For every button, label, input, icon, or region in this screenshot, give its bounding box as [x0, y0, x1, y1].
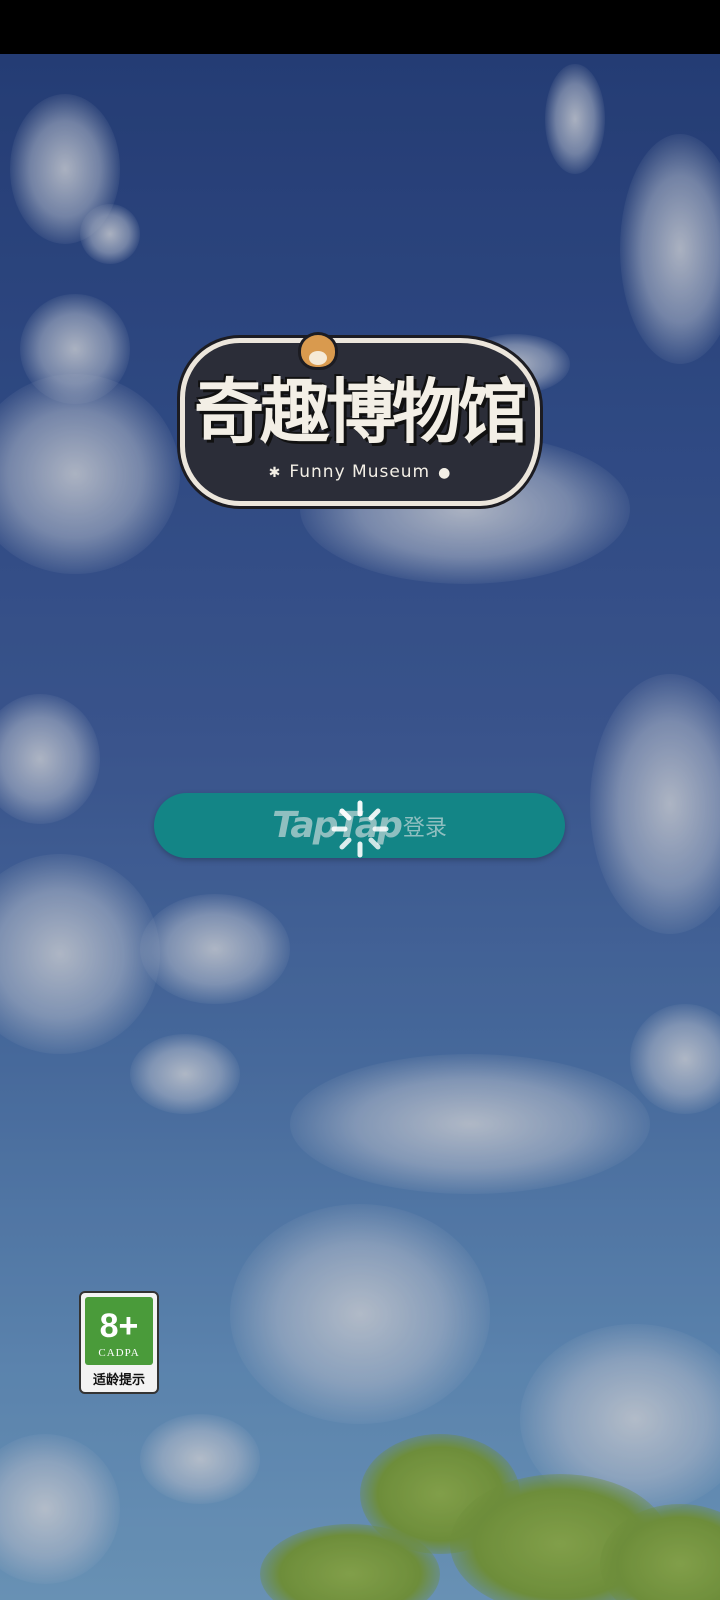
dot-icon: ●	[438, 465, 452, 481]
cloud	[630, 1004, 720, 1114]
cloud	[230, 1204, 490, 1424]
cloud	[0, 854, 160, 1054]
cloud	[620, 134, 720, 364]
cloud	[0, 374, 180, 574]
star-icon: ✱	[268, 465, 282, 481]
cloud	[290, 1054, 650, 1194]
cloud	[545, 64, 605, 174]
game-login-screen: 奇趣博物馆 ✱ Funny Museum ● TapTap 登录 8+ CADPA	[0, 0, 720, 1600]
dog-mascot-icon	[298, 332, 338, 370]
age-rating-value: 8+	[99, 1307, 139, 1345]
logo-subtitle: Funny Museum	[289, 462, 431, 482]
cloud	[140, 894, 290, 1004]
cloud	[0, 1434, 120, 1584]
age-rating-note: 适龄提示	[92, 1373, 145, 1388]
age-rating-org: CADPA	[98, 1347, 140, 1359]
status-bar	[0, 0, 720, 54]
game-logo: 奇趣博物馆 ✱ Funny Museum ●	[180, 332, 540, 506]
age-rating-panel: 8+ CADPA	[85, 1297, 153, 1365]
login-text: 登录	[402, 815, 447, 841]
logo-title: 奇趣博物馆	[194, 371, 528, 453]
cloud	[0, 694, 100, 824]
cloud	[140, 1414, 260, 1504]
cloud	[590, 674, 720, 934]
cloud	[130, 1034, 240, 1114]
loading-spinner-icon	[331, 800, 389, 858]
age-rating-badge: 8+ CADPA 适龄提示	[79, 1291, 159, 1394]
logo-subtitle-row: ✱ Funny Museum ●	[180, 462, 540, 492]
cloud	[80, 204, 140, 264]
